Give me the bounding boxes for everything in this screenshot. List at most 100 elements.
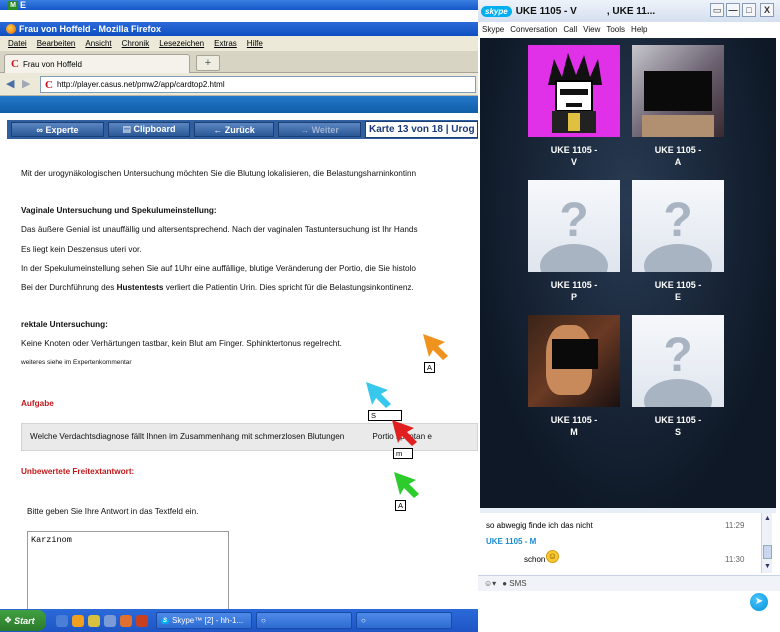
cursor-label-a1: A — [424, 362, 436, 373]
skype-menu-skype[interactable]: Skype — [482, 25, 504, 34]
vaginal-text-4a: Bei der Durchführung des — [21, 283, 117, 292]
participant-initial-v: V — [570, 157, 577, 167]
taskbar-app-icon-3: ○ — [361, 616, 366, 625]
taskbar-button-2[interactable]: ○ — [256, 612, 352, 629]
skype-menu-help[interactable]: Help — [631, 25, 647, 34]
participant-initial-p: P — [570, 292, 577, 302]
window-minimize-icon[interactable]: — — [726, 3, 740, 17]
taskbar-app-icon-2: ○ — [261, 616, 266, 625]
participant-initial-m: M — [570, 427, 578, 437]
participant-name-e: UKE 1105 - E — [632, 279, 724, 303]
quicklaunch-firefox-icon[interactable] — [72, 614, 84, 627]
window-close-icon[interactable]: X — [760, 3, 774, 17]
start-button[interactable]: ❖ Start — [0, 610, 46, 631]
back-arrow-icon[interactable]: ◀ — [6, 78, 19, 91]
skype-menu-conversation[interactable]: Conversation — [510, 25, 557, 34]
quicklaunch-tool-icon[interactable] — [104, 614, 116, 627]
menu-datei[interactable]: Datei — [8, 39, 27, 48]
vaginal-text-4c: verliert die Patientin Urin. Dies sprich… — [163, 283, 414, 292]
zurueck-button[interactable]: ← Zurück — [194, 122, 274, 137]
scroll-down-icon[interactable]: ▼ — [763, 562, 772, 571]
taskbar-button-3[interactable]: ○ — [356, 612, 452, 629]
experte-button[interactable]: ∞ Experte — [11, 122, 104, 137]
skype-title-b: , UKE 11... — [606, 5, 656, 17]
question-text-a: Welche Verdachtsdiagnose fällt Ihnen im … — [30, 432, 345, 441]
tab-label: Frau von Hoffeld — [22, 59, 82, 69]
placeholder-glyph-e: ? — [663, 194, 692, 247]
window-title: Frau von Hoffeld - Mozilla Firefox — [19, 24, 162, 34]
participant-initial-a: A — [674, 157, 682, 167]
cursor-orange-arrow-icon — [423, 334, 448, 360]
participant-name-v-line1: UKE 1105 - — [550, 145, 598, 155]
quicklaunch-vlc-icon[interactable] — [120, 614, 132, 627]
quicklaunch-desktop-icon[interactable] — [56, 614, 68, 627]
skype-menu-call[interactable]: Call — [563, 25, 577, 34]
sms-button[interactable]: ● SMS — [502, 579, 526, 588]
skype-menu-view[interactable]: View — [583, 25, 600, 34]
url-bar[interactable]: C http://player.casus.net/pmw2/app/cardt… — [40, 76, 476, 93]
skype-logo-icon: skype — [481, 5, 512, 17]
skype-titlebar[interactable]: skype UKE 1105 - V , UKE 11... ▭ — □ X — [478, 0, 780, 22]
tab-frau-von-hoffeld[interactable]: C Frau von Hoffeld — [4, 54, 190, 73]
participant-tile-p[interactable]: ? — [528, 180, 620, 288]
window-maximize-icon[interactable]: □ — [742, 3, 756, 17]
menu-extras[interactable]: Extras — [214, 39, 237, 48]
menu-ansicht[interactable]: Ansicht — [85, 39, 111, 48]
firefox-titlebar[interactable]: Frau von Hoffeld - Mozilla Firefox — [0, 22, 478, 36]
participant-tile-v[interactable] — [528, 45, 620, 137]
participant-tile-s[interactable]: ? — [632, 315, 724, 423]
window-restore-icon[interactable]: ▭ — [710, 3, 724, 17]
participant-tile-m[interactable] — [528, 315, 620, 407]
menu-hilfe[interactable]: Hilfe — [247, 39, 263, 48]
user-placeholder-icon: ? — [644, 329, 712, 423]
chat-history: so abwegig finde ich das nicht 11:29 UKE… — [478, 513, 780, 575]
new-tab-button[interactable]: + — [196, 55, 220, 71]
windows-flag-icon: ❖ — [4, 615, 13, 625]
answer-textarea[interactable]: Karzinom — [27, 531, 229, 611]
weiter-button[interactable]: → Weiter — [278, 122, 361, 137]
site-favicon-icon: C — [45, 78, 53, 91]
expert-comment-link[interactable]: weiteres siehe im Expertenkommentar — [21, 359, 132, 366]
participant-name-p: UKE 1105 - P — [528, 279, 620, 303]
video-feed-a — [642, 115, 714, 137]
rektal-heading: rektale Untersuchung: — [21, 320, 108, 329]
freitext-heading: Unbewertete Freitextantwort: — [21, 467, 135, 476]
participant-tile-e[interactable]: ? — [632, 180, 724, 288]
skype-menu-tools[interactable]: Tools — [606, 25, 625, 34]
call-participants-area: UKE 1105 -V UKE 1105 -A ? UKE 1105 -P ? … — [480, 38, 776, 508]
top-window-titlebar: M E — [0, 0, 478, 10]
quicklaunch-app-icon[interactable] — [136, 614, 148, 627]
menu-chronik[interactable]: Chronik — [122, 39, 150, 48]
participant-name-v: UKE 1105 - V — [528, 144, 620, 168]
menu-bar: Datei Bearbeiten Ansicht Chronik Lesezei… — [0, 36, 478, 51]
rektal-text: Keine Knoten oder Verhärtungen tastbar, … — [21, 339, 342, 348]
participant-name-a: UKE 1105 - A — [632, 144, 724, 168]
hustentest-term: Hustentests — [116, 283, 164, 292]
vaginal-text-2: Es liegt kein Deszensus uteri vor. — [21, 245, 142, 254]
chat-message-text: schon — [524, 555, 546, 564]
chat-message-input[interactable] — [478, 591, 780, 632]
scroll-up-icon[interactable]: ▲ — [763, 514, 772, 523]
clipboard-button[interactable]: ▤ Clipboard — [108, 122, 190, 137]
tab-bar: C Frau von Hoffeld + — [0, 51, 478, 73]
forward-arrow-icon[interactable]: ▶ — [22, 78, 35, 91]
send-message-icon[interactable]: ➤ — [750, 593, 768, 611]
participant-initial-s: S — [674, 427, 681, 437]
cursor-orange-shape — [423, 334, 448, 360]
participant-name-s: UKE 1105 - S — [632, 414, 724, 438]
taskbar-skype-button[interactable]: S Skype™ [2] - hh-1... — [156, 612, 252, 629]
vaginal-text-3: In der Spekulumeinstellung sehen Sie auf… — [21, 264, 416, 273]
sms-label: SMS — [509, 579, 527, 588]
participant-tile-a[interactable] — [632, 45, 724, 137]
user-placeholder-icon: ? — [540, 194, 608, 288]
placeholder-glyph-s: ? — [663, 329, 692, 382]
scroll-thumb[interactable] — [763, 545, 772, 559]
chat-scrollbar[interactable]: ▲ ▼ — [761, 513, 772, 573]
menu-lesezeichen[interactable]: Lesezeichen — [159, 39, 204, 48]
emoticon-picker-icon[interactable]: ☺▾ — [484, 579, 496, 588]
skype-title-a: UKE 1105 - V — [515, 5, 577, 17]
question-text: Welche Verdachtsdiagnose fällt Ihnen im … — [30, 432, 432, 441]
quicklaunch-folder-icon[interactable] — [88, 614, 100, 627]
chat-input-toolbar: ☺▾ ● SMS — [478, 575, 780, 591]
menu-bearbeiten[interactable]: Bearbeiten — [37, 39, 76, 48]
